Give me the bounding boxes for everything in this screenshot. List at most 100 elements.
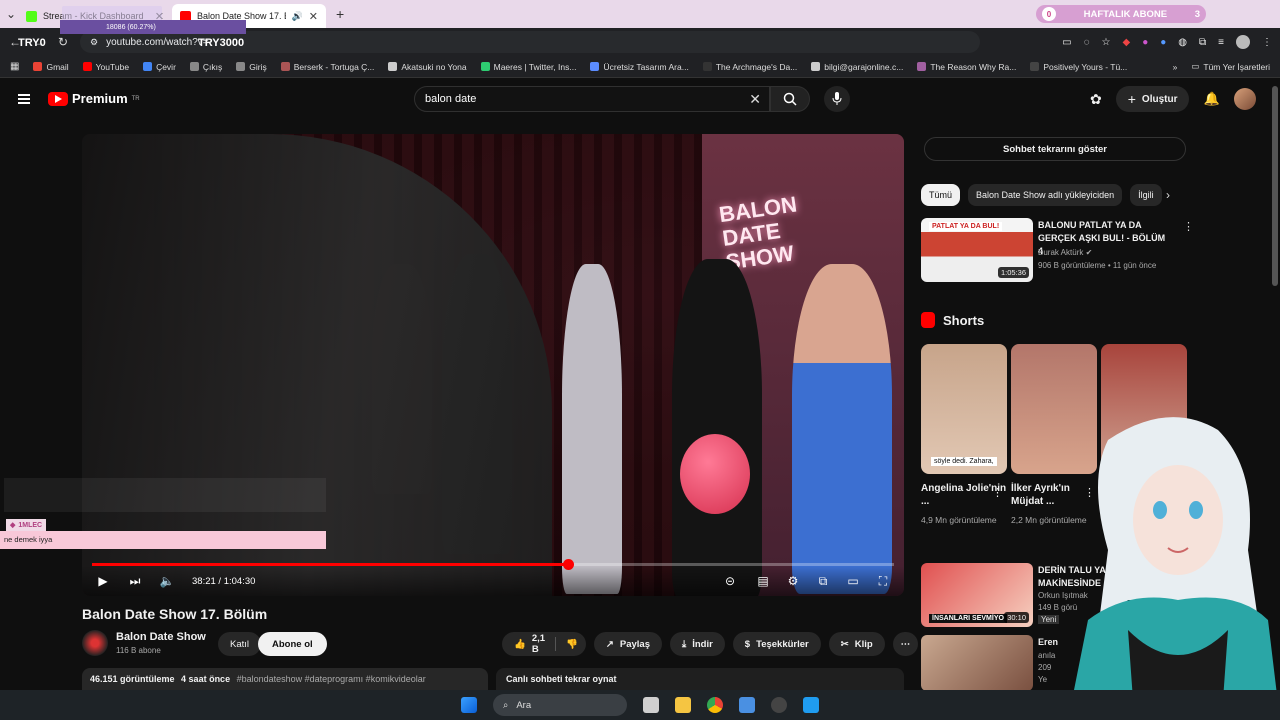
chip-related[interactable]: İlgili (1130, 184, 1162, 206)
page-scrollbar[interactable] (1272, 86, 1278, 286)
extension-icon[interactable]: ◆ (1122, 37, 1130, 48)
profile-avatar-icon[interactable] (1236, 35, 1250, 49)
close-tab-icon[interactable]: ✕ (309, 10, 318, 23)
bookmarks-bar: ▦ Gmail YouTube Çevir Çıkış Giriş Berser… (0, 56, 1280, 78)
taskbar-search[interactable]: ⌕ Ara (493, 694, 627, 716)
settings-gear-icon[interactable]: ⚙ (786, 574, 800, 588)
subtitles-icon[interactable]: ▤ (756, 574, 770, 588)
channel-name[interactable]: Balon Date Show (116, 631, 206, 643)
extension-icon[interactable]: ◍ (1178, 37, 1187, 48)
cast-icon[interactable]: ▭ (1062, 37, 1071, 48)
bookmark-item[interactable]: Çıkış (189, 62, 222, 72)
account-avatar[interactable] (1233, 88, 1256, 110)
bookmark-item[interactable]: Positively Yours - Tü... (1030, 62, 1127, 72)
thanks-button[interactable]: $ Teşekkürler (732, 632, 821, 656)
scissors-icon: ✂ (840, 638, 849, 650)
notifications-bell-icon[interactable]: 🔔 (1203, 91, 1219, 107)
show-chat-replay-button[interactable]: Sohbet tekrarını göster (924, 137, 1186, 161)
bookmark-item[interactable]: YouTube (82, 62, 129, 72)
video-thumbnail[interactable]: İNSANLARI SEVMİYO 30:10 (921, 563, 1033, 627)
bookmark-item[interactable]: Berserk - Tortuga Ç... (280, 62, 374, 72)
site-info-icon[interactable]: ⚙ (90, 37, 98, 48)
reload-icon[interactable]: ↻ (56, 35, 70, 49)
task-view-icon[interactable] (643, 697, 659, 713)
theater-mode-icon[interactable]: ▭ (846, 574, 860, 588)
chat-username: ◆ 1MLEC (6, 519, 47, 531)
obs-icon[interactable] (771, 697, 787, 713)
subscribe-button[interactable]: Abone ol (258, 632, 327, 656)
tab-search-chevron-icon[interactable]: ⌄ (4, 7, 18, 21)
video-description[interactable]: 46.151 görüntüleme 4 saat önce #balondat… (82, 668, 488, 692)
chrome-icon[interactable] (707, 697, 723, 713)
bookmark-item[interactable]: Gmail (33, 62, 69, 72)
bookmark-item[interactable]: Akatsuki no Yona (388, 62, 467, 72)
more-vertical-icon[interactable]: ⋮ (992, 486, 1003, 499)
video-player[interactable]: BALON DATE SHOW ▶ ⏭ 🔈 38:21 / 1:04:30 ⊝ … (82, 134, 904, 596)
video-person (672, 259, 762, 596)
apps-grid-icon[interactable]: ▦ (10, 61, 19, 72)
search-icon: ⌕ (503, 699, 509, 711)
join-button[interactable]: Katıl (218, 632, 262, 656)
app-icon[interactable] (739, 697, 755, 713)
extension-icon[interactable]: ● (1160, 37, 1166, 48)
extension-icon[interactable]: ● (1142, 37, 1148, 48)
volume-icon[interactable]: 🔈 (160, 574, 175, 588)
vscode-icon[interactable] (803, 697, 819, 713)
recommended-channel[interactable]: Burak Aktürk ✔ (1038, 248, 1092, 257)
puzzle-icon[interactable]: ⧉ (1199, 37, 1206, 48)
play-icon[interactable]: ▶ (96, 574, 110, 588)
bookmark-item[interactable]: Giriş (236, 62, 267, 72)
clip-button[interactable]: ✂ Klip (828, 632, 885, 656)
short-video[interactable]: söyle dedi. Zahara, (921, 344, 1007, 474)
new-tab-button[interactable]: + (336, 6, 344, 22)
hamburger-menu-icon[interactable] (18, 94, 30, 104)
recommended-channel[interactable]: anıla (1038, 651, 1055, 660)
premium-gift-icon[interactable]: ✿ (1090, 91, 1102, 108)
more-vertical-icon[interactable]: ⋮ (1183, 220, 1194, 233)
more-bookmarks-button[interactable]: » (1173, 62, 1178, 72)
create-button[interactable]: + Oluştur (1115, 86, 1190, 112)
bookmark-item[interactable]: Ücretsiz Tasarım Ara... (590, 62, 689, 72)
fullscreen-icon[interactable]: ⛶ (876, 574, 890, 588)
bookmark-item[interactable]: The Archmage's Da... (702, 62, 797, 72)
thumbs-down-icon[interactable]: 👎 (566, 639, 578, 650)
next-icon[interactable]: ⏭ (128, 574, 142, 588)
chip-all[interactable]: Tümü (921, 184, 961, 206)
bookmark-item[interactable]: bilgi@garajonline.c... (811, 62, 903, 72)
search-button[interactable] (770, 86, 810, 112)
clear-search-icon[interactable]: ✕ (749, 91, 761, 108)
red-balloon (680, 434, 750, 514)
media-icon[interactable]: ≡ (1218, 37, 1224, 48)
chevron-right-icon[interactable]: › (1166, 188, 1170, 202)
search-input[interactable]: balon date ✕ (414, 86, 770, 112)
bookmark-icon (917, 62, 927, 71)
more-actions-button[interactable]: ⋯ (892, 632, 919, 656)
video-thumbnail[interactable] (921, 635, 1033, 691)
speaker-icon[interactable]: 🔊 (292, 11, 303, 22)
download-button[interactable]: ⤓ İndir (670, 632, 725, 656)
voice-search-button[interactable] (824, 86, 850, 112)
hashtags[interactable]: #balondateshow #dateprogramı #komikvideo… (237, 674, 426, 684)
folder-icon: ▭ (1191, 61, 1200, 71)
video-person (562, 264, 622, 594)
recommended-video[interactable]: PATLAT YA DA BUL! 1:05:36 BALONU PATLAT … (921, 218, 1194, 282)
windows-start-icon[interactable] (461, 697, 477, 713)
eye-off-icon[interactable]: ◌ (1084, 37, 1090, 48)
like-dislike-button[interactable]: 👍 2,1 B 👎 (502, 632, 586, 656)
live-chat-replay-panel[interactable]: Canlı sohbeti tekrar oynat (496, 668, 904, 692)
menu-icon[interactable]: ⋮ (1262, 37, 1272, 48)
star-icon[interactable]: ☆ (1102, 37, 1111, 48)
bookmark-item[interactable]: Maeres | Twitter, Ins... (480, 62, 576, 72)
share-button[interactable]: ↗ Paylaş (593, 632, 662, 656)
miniplayer-icon[interactable]: ⧉ (816, 574, 830, 588)
youtube-premium-logo[interactable]: Premium TR (48, 91, 140, 106)
all-bookmarks-button[interactable]: ▭ Tüm Yer İşaretleri (1191, 61, 1270, 72)
time-display: 38:21 / 1:04:30 (192, 575, 256, 587)
bookmark-item[interactable]: The Reason Why Ra... (917, 62, 1016, 72)
bookmark-item[interactable]: Çevir (143, 62, 176, 72)
file-explorer-icon[interactable] (675, 697, 691, 713)
chip-from-uploader[interactable]: Balon Date Show adlı yükleyiciden (968, 184, 1123, 206)
video-thumbnail[interactable]: PATLAT YA DA BUL! 1:05:36 (921, 218, 1033, 282)
autoplay-toggle-icon[interactable]: ⊝ (720, 574, 740, 588)
channel-avatar[interactable] (82, 630, 108, 656)
